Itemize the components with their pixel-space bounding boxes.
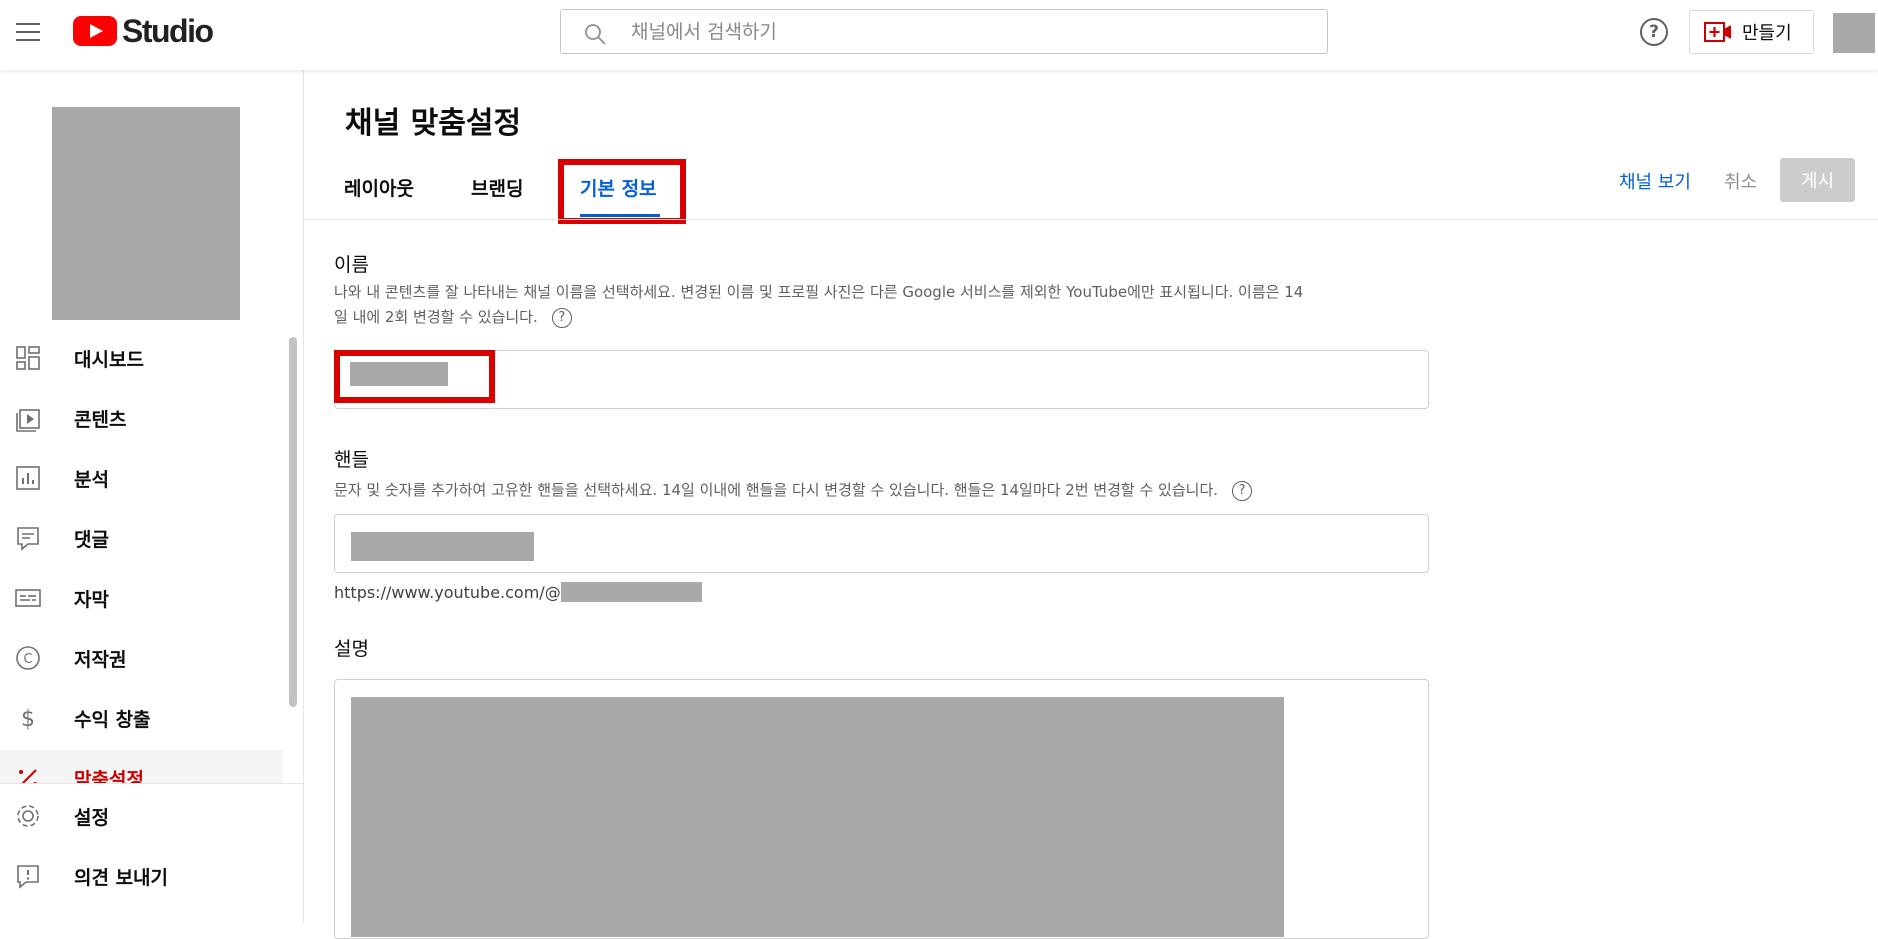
cancel-button[interactable]: 취소	[1724, 168, 1757, 194]
account-avatar[interactable]	[1833, 13, 1875, 53]
sidebar-item-dashboard[interactable]: 대시보드	[0, 330, 283, 386]
sidebar-item-label: 자막	[74, 588, 109, 611]
sidebar-item-monetization[interactable]: $ 수익 창출	[0, 690, 283, 746]
handle-section-description: 문자 및 숫자를 추가하여 고유한 핸들을 선택하세요. 14일 이내에 핸들을…	[334, 478, 1434, 503]
sidebar-item-comments[interactable]: 댓글	[0, 510, 283, 566]
page-title: 채널 맞춤설정	[345, 106, 522, 141]
sidebar-item-label: 콘텐츠	[74, 408, 127, 431]
publish-button[interactable]: 게시	[1780, 158, 1855, 202]
copyright-icon: C	[16, 646, 40, 670]
handle-help-icon[interactable]: ?	[1232, 480, 1253, 501]
sidebar-item-settings[interactable]: 설정	[0, 788, 283, 844]
search-icon	[585, 24, 606, 45]
redacted-description-value	[351, 697, 1284, 937]
sidebar: 대시보드 콘텐츠 분석 댓글 자막 C 저작권 $ 수익 창출 맞춤설정 설정 …	[0, 70, 304, 923]
sidebar-item-subtitles[interactable]: 자막	[0, 570, 283, 626]
main-content: 채널 맞춤설정 레이아웃 브랜딩 기본 정보 채널 보기 취소 게시 이름 나와…	[304, 70, 1878, 939]
redacted-handle-url	[560, 582, 702, 602]
analytics-icon	[16, 466, 40, 490]
youtube-play-icon	[73, 16, 117, 46]
sidebar-bottom-nav: 설정 의견 보내기	[0, 783, 303, 923]
youtube-studio-logo[interactable]: Studio	[73, 12, 214, 49]
name-section-description: 나와 내 콘텐츠를 잘 나타내는 채널 이름을 선택하세요. 변경된 이름 및 …	[334, 280, 1434, 330]
subtitles-icon	[15, 589, 41, 607]
sidebar-item-feedback[interactable]: 의견 보내기	[0, 848, 283, 904]
sidebar-item-label: 설정	[74, 806, 109, 829]
help-icon[interactable]: ?	[1640, 18, 1668, 46]
svg-text:C: C	[23, 652, 32, 667]
name-desc-line1: 나와 내 콘텐츠를 잘 나타내는 채널 이름을 선택하세요. 변경된 이름 및 …	[334, 283, 1304, 301]
dashboard-icon	[16, 346, 40, 370]
logo-text: Studio	[122, 12, 214, 49]
monetization-icon: $	[21, 707, 35, 732]
sidebar-item-copyright[interactable]: C 저작권	[0, 630, 283, 686]
svg-text:$: $	[21, 707, 35, 732]
sidebar-item-label: 분석	[74, 468, 109, 491]
search-box[interactable]	[560, 9, 1328, 54]
name-help-icon[interactable]: ?	[551, 307, 572, 328]
sidebar-item-label: 대시보드	[74, 348, 144, 371]
name-section-label: 이름	[334, 254, 369, 276]
create-button-label: 만들기	[1742, 23, 1792, 44]
content-icon	[16, 409, 40, 432]
sidebar-item-analytics[interactable]: 분석	[0, 450, 283, 506]
settings-icon	[17, 805, 39, 827]
description-section-label: 설명	[334, 638, 369, 660]
channel-thumbnail[interactable]	[52, 107, 240, 320]
redacted-handle-value	[351, 532, 534, 561]
top-header: Studio ? 만들기	[0, 0, 1878, 70]
sidebar-item-label: 의견 보내기	[74, 866, 169, 889]
sidebar-item-content[interactable]: 콘텐츠	[0, 390, 283, 446]
handle-section-label: 핸들	[334, 449, 369, 471]
create-video-icon	[1704, 22, 1731, 42]
description-textarea[interactable]	[334, 679, 1429, 939]
handle-desc-text: 문자 및 숫자를 추가하여 고유한 핸들을 선택하세요. 14일 이내에 핸들을…	[334, 481, 1219, 499]
name-input[interactable]	[334, 350, 1429, 409]
tab-layout[interactable]: 레이아웃	[344, 174, 414, 218]
hamburger-menu-icon[interactable]	[14, 17, 44, 47]
channel-url-prefix: https://www.youtube.com/@	[334, 583, 561, 602]
channel-url: https://www.youtube.com/@	[334, 582, 702, 602]
tab-branding[interactable]: 브랜딩	[471, 174, 523, 218]
comments-icon	[17, 527, 39, 551]
sidebar-item-label: 저작권	[74, 648, 127, 671]
name-desc-line2: 일 내에 2회 변경할 수 있습니다.	[334, 308, 538, 326]
feedback-icon	[17, 865, 39, 889]
tab-highlight-box	[558, 159, 686, 224]
sidebar-item-label: 댓글	[74, 528, 109, 551]
handle-input[interactable]	[334, 514, 1429, 573]
create-button[interactable]: 만들기	[1689, 10, 1814, 54]
sidebar-item-label: 수익 창출	[74, 708, 151, 731]
name-highlight-box	[334, 350, 495, 403]
tabs-divider	[304, 219, 1878, 220]
view-channel-link[interactable]: 채널 보기	[1619, 168, 1691, 194]
search-input[interactable]	[631, 10, 1311, 53]
sidebar-scrollbar[interactable]	[289, 337, 297, 707]
